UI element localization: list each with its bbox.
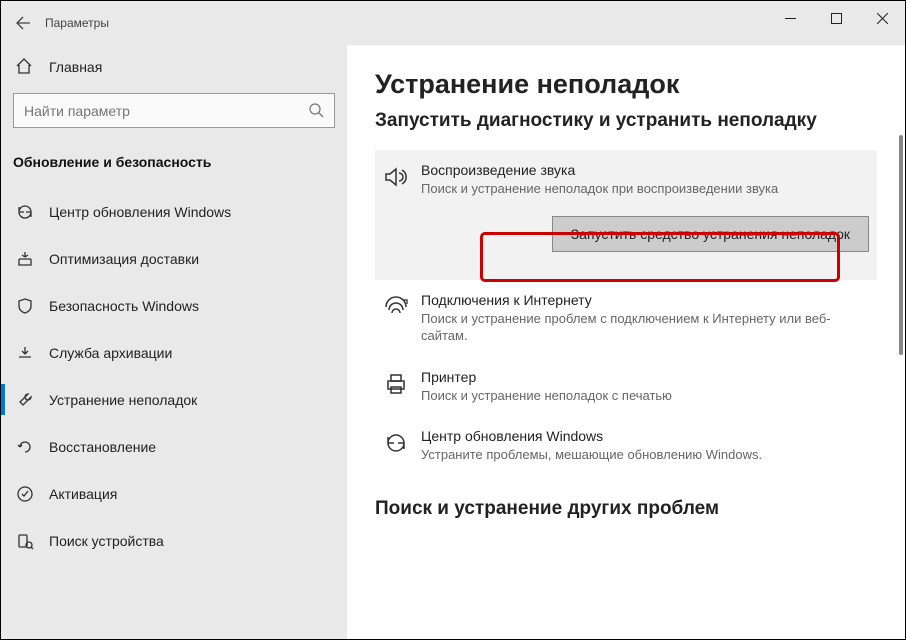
troubleshoot-item-windows-update[interactable]: Центр обновления Windows Устраните пробл… <box>375 416 877 476</box>
sidebar-item-delivery-optimization[interactable]: Оптимизация доставки <box>1 235 347 282</box>
find-device-icon <box>15 531 35 551</box>
sidebar: Главная Обновление и безопасность Центр … <box>1 45 347 639</box>
sidebar-item-label: Безопасность Windows <box>49 298 199 314</box>
troubleshoot-desc: Поиск и устранение неполадок при воспрои… <box>421 180 869 198</box>
close-button[interactable] <box>859 1 905 35</box>
troubleshoot-item-printer[interactable]: Принтер Поиск и устранение неполадок с п… <box>375 357 877 417</box>
content-area: Устранение неполадок Запустить диагности… <box>347 45 905 639</box>
search-input[interactable] <box>24 103 300 119</box>
maximize-button[interactable] <box>813 1 859 35</box>
back-arrow-icon <box>15 15 31 31</box>
troubleshoot-desc: Поиск и устранение неполадок с печатью <box>421 387 869 405</box>
activation-icon <box>15 484 35 504</box>
wrench-icon <box>15 390 35 410</box>
window-title: Параметры <box>45 16 109 30</box>
troubleshoot-item-audio[interactable]: Воспроизведение звука Поиск и устранение… <box>375 150 877 280</box>
troubleshoot-title: Принтер <box>421 369 869 385</box>
sidebar-item-activation[interactable]: Активация <box>1 470 347 517</box>
backup-icon <box>15 343 35 363</box>
run-troubleshooter-button[interactable]: Запустить средство устранения неполадок <box>552 216 869 252</box>
wifi-icon <box>383 292 421 320</box>
titlebar: Параметры <box>1 1 905 45</box>
minimize-button[interactable] <box>767 1 813 35</box>
troubleshoot-title: Подключения к Интернету <box>421 292 869 308</box>
search-icon <box>308 102 324 118</box>
sidebar-item-label: Восстановление <box>49 439 156 455</box>
sidebar-item-label: Центр обновления Windows <box>49 204 231 220</box>
sidebar-item-label: Активация <box>49 486 117 502</box>
troubleshoot-desc: Устраните проблемы, мешающие обновлению … <box>421 446 869 464</box>
category-header: Обновление и безопасность <box>1 138 347 188</box>
sidebar-item-label: Оптимизация доставки <box>49 251 199 267</box>
sidebar-item-windows-update[interactable]: Центр обновления Windows <box>1 188 347 235</box>
home-button[interactable]: Главная <box>1 45 347 89</box>
sidebar-nav-list: Центр обновления Windows Оптимизация дос… <box>1 188 347 639</box>
sync-icon <box>15 202 35 222</box>
sidebar-item-backup[interactable]: Служба архивации <box>1 329 347 376</box>
printer-icon <box>383 369 421 397</box>
troubleshoot-title: Центр обновления Windows <box>421 428 869 444</box>
back-button[interactable] <box>1 1 45 45</box>
troubleshoot-title: Воспроизведение звука <box>421 162 869 178</box>
section-header-other: Поиск и устранение других проблем <box>375 498 877 520</box>
sidebar-item-label: Устранение неполадок <box>49 392 197 408</box>
shield-icon <box>15 296 35 316</box>
troubleshoot-item-internet[interactable]: Подключения к Интернету Поиск и устранен… <box>375 280 877 357</box>
speaker-icon <box>383 162 421 190</box>
scroll-thumb[interactable] <box>899 135 903 355</box>
sidebar-item-troubleshoot[interactable]: Устранение неполадок <box>1 376 347 423</box>
page-subtitle: Запустить диагностику и устранить непола… <box>375 110 877 132</box>
home-label: Главная <box>49 59 102 75</box>
update-icon <box>383 428 421 456</box>
sidebar-item-recovery[interactable]: Восстановление <box>1 423 347 470</box>
recovery-icon <box>15 437 35 457</box>
home-icon <box>15 57 33 75</box>
delivery-icon <box>15 249 35 269</box>
sidebar-item-label: Служба архивации <box>49 345 172 361</box>
scrollbar[interactable] <box>895 135 903 629</box>
troubleshoot-desc: Поиск и устранение проблем с подключение… <box>421 310 869 345</box>
search-input-container[interactable] <box>13 93 335 128</box>
sidebar-item-find-device[interactable]: Поиск устройства <box>1 517 347 564</box>
page-title: Устранение неполадок <box>375 69 877 100</box>
window-controls <box>767 1 905 35</box>
sidebar-item-label: Поиск устройства <box>49 533 164 549</box>
sidebar-item-security[interactable]: Безопасность Windows <box>1 282 347 329</box>
